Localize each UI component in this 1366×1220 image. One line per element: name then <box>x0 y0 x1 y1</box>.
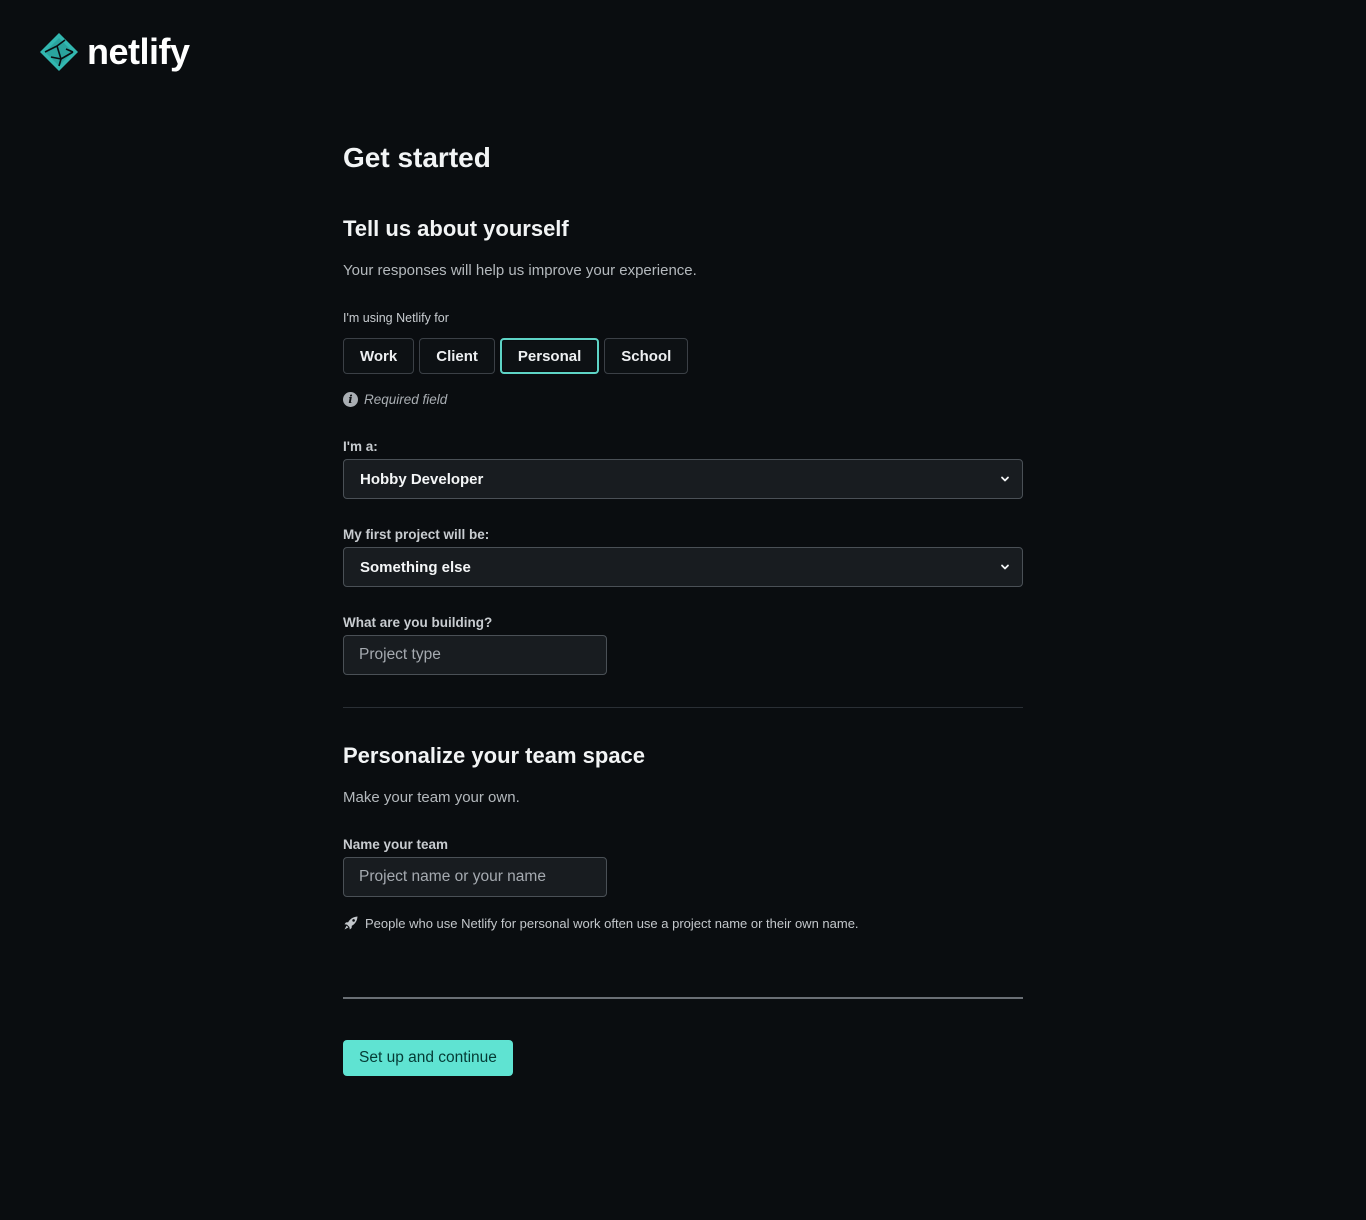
info-icon: i <box>343 392 358 407</box>
about-section-title: Tell us about yourself <box>343 216 569 241</box>
project-select-value: Something else <box>360 558 471 576</box>
logo-wordmark: netlify <box>87 31 190 72</box>
usage-option-client[interactable]: Client <box>419 338 495 374</box>
netlify-diamond-icon <box>40 33 78 71</box>
page-title: Get started <box>343 142 491 173</box>
role-label: I'm a: <box>343 439 378 454</box>
project-select[interactable]: Something else <box>343 547 1023 587</box>
team-name-label: Name your team <box>343 837 449 852</box>
required-field-text: Required field <box>364 392 448 407</box>
usage-label: I'm using Netlify for <box>343 311 449 325</box>
team-name-input[interactable] <box>343 857 607 897</box>
form-footer-divider <box>343 997 1023 999</box>
usage-segmented-control: Work Client Personal School <box>343 338 689 374</box>
set-up-and-continue-button[interactable]: Set up and continue <box>343 1040 513 1076</box>
team-section-description: Make your team your own. <box>343 789 520 806</box>
chevron-down-icon <box>1001 476 1009 482</box>
building-label: What are you building? <box>343 615 493 630</box>
project-type-input[interactable] <box>343 635 607 675</box>
usage-option-work[interactable]: Work <box>343 338 415 374</box>
netlify-logo[interactable]: netlify <box>39 32 190 72</box>
required-field-note: i Required field <box>343 392 447 407</box>
about-section-description: Your responses will help us improve your… <box>343 262 697 279</box>
usage-option-personal[interactable]: Personal <box>499 338 600 374</box>
role-select[interactable]: Hobby Developer <box>343 459 1023 499</box>
team-name-hint-text: People who use Netlify for personal work… <box>365 915 859 931</box>
section-divider <box>343 707 1023 708</box>
project-label: My first project will be: <box>343 527 490 542</box>
team-section-title: Personalize your team space <box>343 743 646 768</box>
usage-option-school[interactable]: School <box>604 338 689 374</box>
role-select-value: Hobby Developer <box>360 470 484 488</box>
team-name-hint: People who use Netlify for personal work… <box>343 915 859 931</box>
chevron-down-icon <box>1001 564 1009 570</box>
rocket-icon <box>344 916 358 930</box>
